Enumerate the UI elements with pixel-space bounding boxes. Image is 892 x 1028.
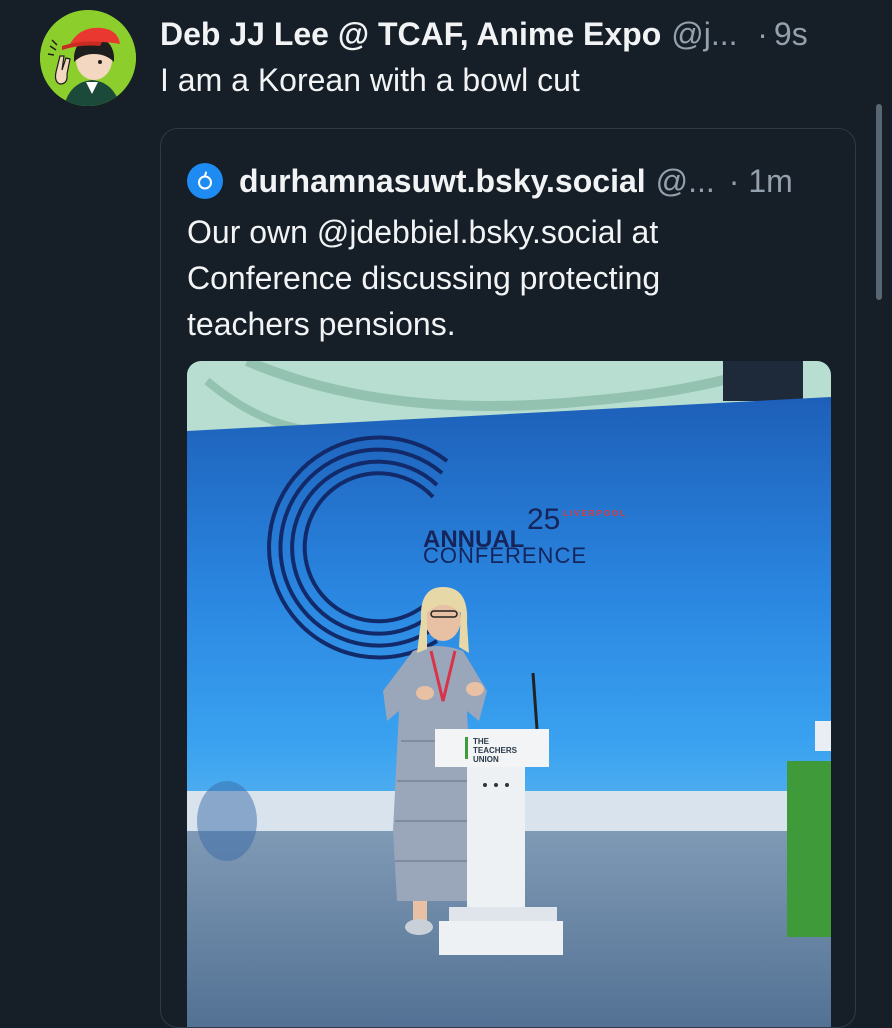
author-display-name[interactable]: Deb JJ Lee @ TCAF, Anime Expo [160,16,661,53]
banner-city: LIVERPOOL [563,509,627,518]
quoted-post-image[interactable]: ANNUAL 25 LIVERPOOL CONFERENCE THE TEACH… [187,361,831,1027]
podium-union: UNION [473,755,499,764]
quoted-post-time[interactable]: · 1m [729,163,793,200]
quoted-post-card[interactable]: durhamnasuwt.bsky.social @... · 1m Our o… [160,128,856,1028]
scrollbar[interactable] [876,104,882,300]
author-handle[interactable]: @j... [671,16,745,53]
post-time: 9s [773,15,808,52]
banner-number: 25 [527,503,560,536]
podium-teachers: TEACHERS [473,746,518,755]
quoted-author-display-name[interactable]: durhamnasuwt.bsky.social [239,163,646,200]
post-timestamp[interactable]: · 9s [757,16,807,53]
quoted-author-handle[interactable]: @... [656,163,715,200]
banner-conference: CONFERENCE [423,543,587,568]
podium-the: THE [473,737,490,746]
cartoon-avatar-icon [40,10,136,106]
author-avatar[interactable] [40,10,136,106]
quoted-post-header: durhamnasuwt.bsky.social @... · 1m [187,159,793,203]
apple-logo-icon [198,171,212,190]
post-text: I am a Korean with a bowl cut [160,62,580,98]
conference-photo: ANNUAL 25 LIVERPOOL CONFERENCE THE TEACH… [187,361,831,1027]
quoted-author-avatar[interactable] [187,163,223,199]
post[interactable]: Deb JJ Lee @ TCAF, Anime Expo @j... · 9s… [0,0,892,1028]
post-header: Deb JJ Lee @ TCAF, Anime Expo @j... · 9s [160,12,860,56]
separator-dot: · [757,15,768,52]
quoted-post-text: Our own @jdebbiel.bsky.social at Confere… [187,214,661,342]
